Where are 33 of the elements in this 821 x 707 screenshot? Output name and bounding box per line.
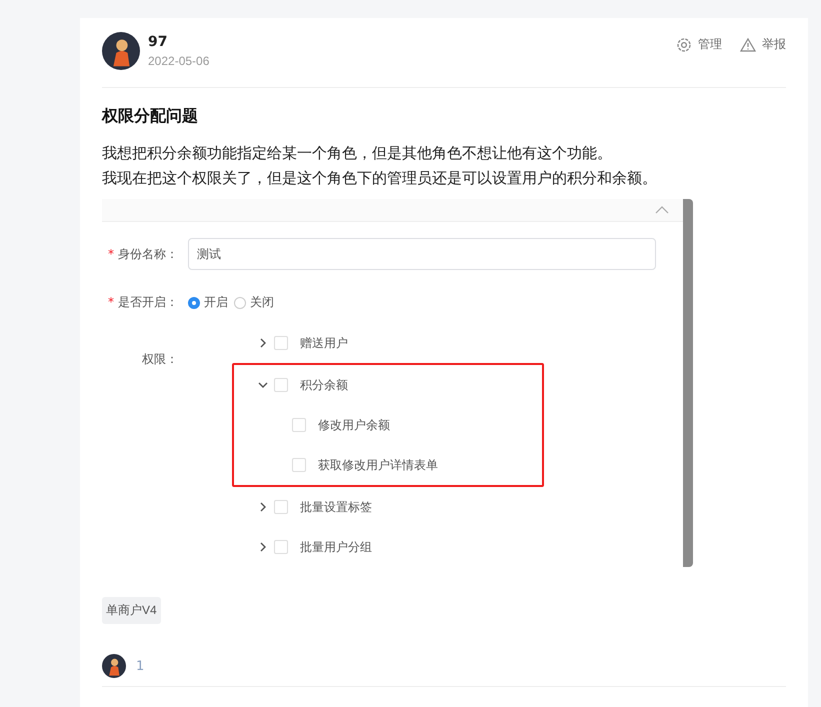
tree-item-label[interactable]: 积分余额 <box>300 376 348 394</box>
author-name[interactable]: 97 <box>148 34 210 50</box>
radio-option[interactable]: 开启 <box>188 294 228 311</box>
post-paragraph: 我想把积分余额功能指定给某一个角色，但是其他角色不想让他有这个功能。 <box>102 143 613 164</box>
checkbox[interactable] <box>274 540 288 554</box>
field-label: * 身份名称： <box>107 246 179 262</box>
avatar-icon <box>102 32 140 70</box>
radio-option[interactable]: 关闭 <box>234 294 274 311</box>
tree-item-label[interactable]: 赠送用户 <box>300 334 348 352</box>
warning-icon <box>740 36 756 52</box>
report-button[interactable]: 举报 <box>740 36 786 53</box>
field-label: 权限： <box>141 351 179 368</box>
tag[interactable]: 单商户V4 <box>102 597 161 624</box>
post-paragraph: 我现在把这个权限关了，但是这个角色下的管理员还是可以设置用户的积分和余额。 <box>102 168 658 189</box>
checkbox[interactable] <box>274 336 288 350</box>
collapse-icon[interactable] <box>655 206 669 214</box>
post-date: 2022-05-06 <box>148 54 210 68</box>
tree-item-label[interactable]: 批量用户分组 <box>300 538 372 556</box>
field-label: * 是否开启： <box>107 294 179 311</box>
reply-count: 1 <box>136 658 144 674</box>
avatar-icon <box>102 654 126 678</box>
settings-icon <box>676 36 692 52</box>
checkbox[interactable] <box>274 500 288 514</box>
scrollbar[interactable] <box>683 199 693 567</box>
manage-button[interactable]: 管理 <box>676 36 722 53</box>
tree-item-label[interactable]: 修改用户余额 <box>318 416 390 434</box>
tree-item-label[interactable]: 获取修改用户详情表单 <box>318 456 438 474</box>
tree-item-label[interactable]: 批量设置标签 <box>300 498 372 516</box>
checkbox[interactable] <box>292 458 306 472</box>
name-input-field[interactable]: 测试 <box>188 238 656 270</box>
checkbox[interactable] <box>274 378 288 392</box>
checkbox[interactable] <box>292 418 306 432</box>
post-title: 权限分配问题 <box>102 106 199 127</box>
